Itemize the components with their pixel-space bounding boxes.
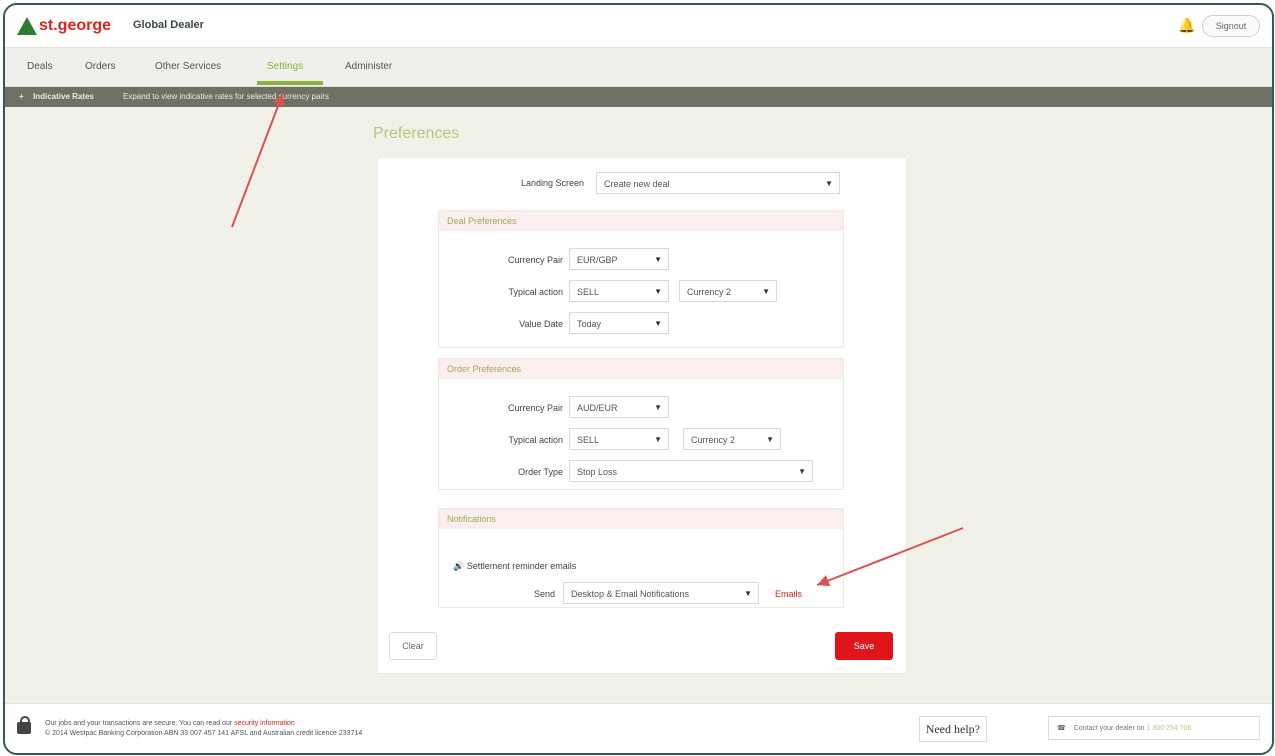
lock-icon — [17, 716, 31, 734]
copyright-text: © 2014 Westpac Banking Corporation ABN 3… — [45, 730, 363, 737]
arrow-to-emails — [816, 527, 964, 587]
need-help-label: Need help? — [918, 716, 987, 742]
security-text: Our jobs and your transactions are secur… — [45, 720, 295, 727]
annotation-arrows — [231, 92, 964, 587]
app-window: st.george Global Dealer 🔔 Signout Deals … — [3, 3, 1274, 755]
contact-text: Contact your dealer on — [1073, 725, 1145, 732]
footer: Our jobs and your transactions are secur… — [5, 703, 1272, 753]
arrow-to-settings — [231, 92, 285, 228]
security-link[interactable]: security information — [234, 720, 295, 727]
security-text-pre: Our jobs and your transactions are secur… — [45, 720, 233, 727]
phone-icon: ☎ — [1057, 725, 1066, 732]
contact-dealer[interactable]: ☎ Contact your dealer on 1 300 254 706 — [1048, 716, 1260, 740]
contact-phone[interactable]: 1 300 254 706 — [1146, 725, 1191, 732]
